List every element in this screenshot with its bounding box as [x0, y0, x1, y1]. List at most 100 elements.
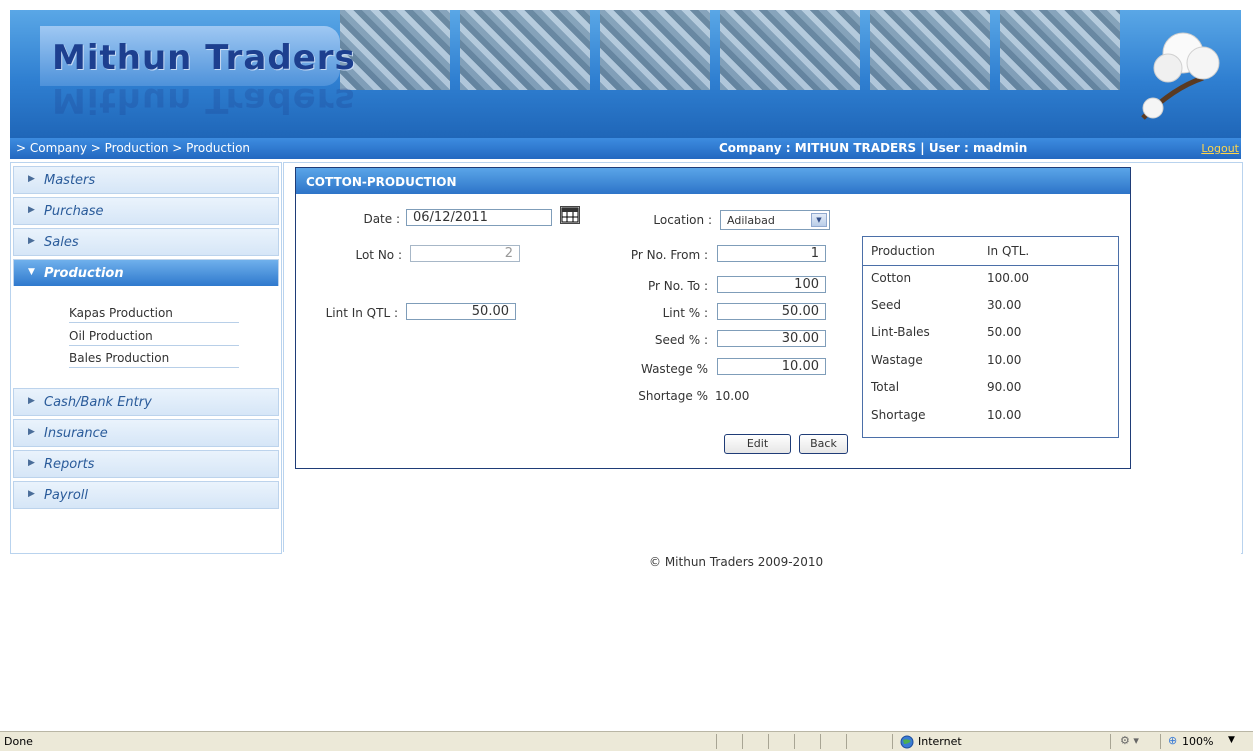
submenu-item-bales-production[interactable]: Bales Production [69, 351, 239, 368]
status-divider [892, 734, 893, 749]
logo-text: Mithun Traders [52, 38, 356, 78]
summary-row-value: 50.00 [987, 325, 1022, 339]
chevron-right-icon: ▶ [28, 489, 35, 499]
zoom-level[interactable]: 100% [1182, 735, 1213, 748]
summary-row-value: 30.00 [987, 298, 1022, 312]
copyright-text: © Mithun Traders 2009-2010 [649, 555, 824, 569]
summary-row-label: Lint-Bales [871, 325, 930, 339]
logout-link[interactable]: Logout [1201, 142, 1239, 155]
status-divider [716, 734, 717, 749]
calendar-button[interactable] [560, 206, 580, 224]
status-divider [768, 734, 769, 749]
summary-header-production: Production [871, 244, 935, 258]
form-title-bar: COTTON-PRODUCTION [296, 168, 1130, 194]
location-label: Location : [653, 213, 712, 227]
date-input[interactable]: 06/12/2011 [406, 209, 552, 226]
cotton-production-form: COTTON-PRODUCTION Date : 06/12/2011 Loca… [295, 167, 1131, 469]
banner-photo [600, 10, 710, 90]
lint-percent-label: Lint % : [662, 306, 708, 320]
sidebar-item-label: Payroll [44, 488, 89, 503]
footer: © Mithun Traders 2009-2010 [283, 552, 1241, 572]
sidebar-item-payroll[interactable]: ▶ Payroll [13, 481, 279, 509]
sidebar-item-masters[interactable]: ▶ Masters [13, 166, 279, 194]
sidebar-item-label: Production [44, 266, 124, 281]
sidebar-item-label: Reports [44, 457, 95, 472]
nav-bar: > Company > Production > Production Comp… [10, 138, 1241, 159]
location-selected-value: Adilabad [727, 214, 775, 227]
pr-no-from-input[interactable]: 1 [717, 245, 826, 262]
status-divider [820, 734, 821, 749]
chevron-right-icon: ▶ [28, 458, 35, 468]
wastege-percent-label: Wastege % [640, 362, 708, 376]
summary-header-row: Production In QTL. [863, 237, 1118, 266]
lint-percent-input[interactable]: 50.00 [717, 303, 826, 320]
wastege-percent-input[interactable]: 10.00 [717, 358, 826, 375]
globe-icon [900, 735, 914, 749]
edit-button[interactable]: Edit [724, 434, 791, 454]
lot-no-label: Lot No : [355, 248, 402, 262]
sidebar-item-sales[interactable]: ▶ Sales [13, 228, 279, 256]
sidebar-item-production[interactable]: ▼ Production [13, 259, 279, 287]
status-divider [846, 734, 847, 749]
summary-row-label: Seed [871, 298, 901, 312]
lot-no-input[interactable]: 2 [410, 245, 520, 262]
summary-row-value: 10.00 [987, 408, 1022, 422]
status-divider [1160, 734, 1161, 749]
summary-row-label: Cotton [871, 271, 912, 285]
sidebar-item-label: Masters [44, 173, 96, 188]
chevron-right-icon: ▶ [28, 205, 35, 215]
chevron-right-icon: ▶ [28, 396, 35, 406]
lint-in-qtl-label: Lint In QTL : [325, 306, 398, 320]
summary-header-in-qtl: In QTL. [987, 244, 1030, 258]
summary-row-value: 90.00 [987, 380, 1022, 394]
banner-photo [460, 10, 590, 90]
sidebar-item-cash-bank-entry[interactable]: ▶ Cash/Bank Entry [13, 388, 279, 416]
sidebar-item-label: Purchase [44, 204, 104, 219]
chevron-right-icon: ▶ [28, 427, 35, 437]
shortage-percent-label: Shortage % [638, 389, 708, 403]
summary-row-value: 10.00 [987, 353, 1022, 367]
summary-row-value: 100.00 [987, 271, 1029, 285]
header-banner: Mithun Traders Mithun Traders [10, 10, 1241, 138]
sidebar-item-label: Cash/Bank Entry [44, 395, 152, 410]
chevron-right-icon: ▶ [28, 236, 35, 246]
banner-photo [870, 10, 990, 90]
breadcrumb: > Company > Production > Production [16, 141, 251, 155]
pr-no-from-label: Pr No. From : [630, 248, 708, 262]
banner-photo [1000, 10, 1120, 90]
sidebar-item-insurance[interactable]: ▶ Insurance [13, 419, 279, 447]
status-divider [1110, 734, 1111, 749]
summary-row-label: Shortage [871, 408, 926, 422]
production-summary-table: Production In QTL. Cotton 100.00 Seed 30… [862, 236, 1119, 438]
form-title: COTTON-PRODUCTION [306, 175, 457, 189]
summary-row-label: Wastage [871, 353, 923, 367]
chevron-down-icon: ▼ [28, 267, 35, 277]
sidebar: ▶ Masters ▶ Purchase ▶ Sales ▼ Productio… [10, 162, 282, 554]
sidebar-item-purchase[interactable]: ▶ Purchase [13, 197, 279, 225]
banner-photo [340, 10, 450, 90]
sidebar-item-reports[interactable]: ▶ Reports [13, 450, 279, 478]
submenu-item-kapas-production[interactable]: Kapas Production [69, 306, 239, 323]
location-select[interactable]: Adilabad ▼ [720, 210, 830, 230]
submenu-item-oil-production[interactable]: Oil Production [69, 329, 239, 346]
zoom-icon: ⊕ [1168, 734, 1178, 747]
pr-no-to-input[interactable]: 100 [717, 276, 826, 293]
zoom-dropdown-icon[interactable]: ▼ [1228, 735, 1235, 745]
chevron-right-icon: ▶ [28, 174, 35, 184]
status-divider [742, 734, 743, 749]
banner-photo [720, 10, 860, 90]
back-button[interactable]: Back [799, 434, 848, 454]
lint-in-qtl-input[interactable]: 50.00 [406, 303, 516, 320]
cotton-flower-icon [1141, 32, 1220, 120]
main-content: COTTON-PRODUCTION Date : 06/12/2011 Loca… [283, 162, 1243, 554]
seed-percent-input[interactable]: 30.00 [717, 330, 826, 347]
browser-status-bar: Done Internet ⚙ ▾ ⊕ 100% ▼ [0, 731, 1253, 751]
chevron-down-icon: ▼ [811, 213, 827, 227]
summary-row-label: Total [871, 380, 900, 394]
seed-percent-label: Seed % : [654, 333, 708, 347]
pr-no-to-label: Pr No. To : [648, 279, 708, 293]
date-label: Date : [363, 212, 400, 226]
security-zone-label: Internet [918, 735, 962, 748]
calendar-icon [561, 207, 579, 223]
protected-mode-icon[interactable]: ⚙ ▾ [1120, 734, 1139, 747]
